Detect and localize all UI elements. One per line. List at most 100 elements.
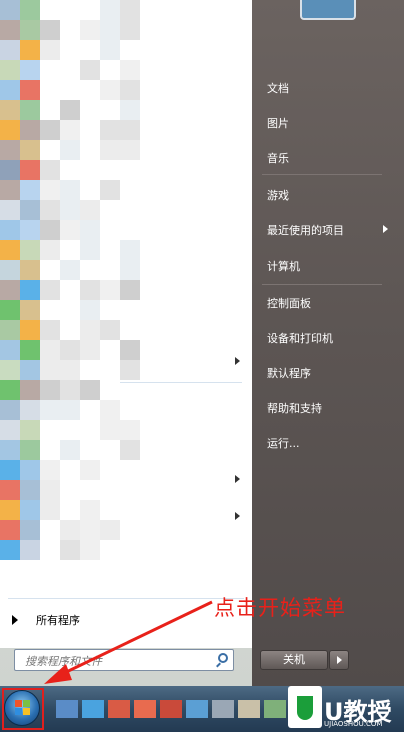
blurred-program-cell <box>0 500 20 520</box>
blurred-program-cell <box>120 240 140 260</box>
blurred-program-cell <box>0 520 20 540</box>
blurred-program-cell <box>40 200 60 220</box>
blurred-program-cell <box>20 380 40 400</box>
blurred-program-cell <box>60 400 80 420</box>
blurred-program-cell <box>0 300 20 320</box>
blurred-program-cell <box>20 480 40 500</box>
blurred-program-cell <box>60 260 80 280</box>
pinned-programs-list-blurred[interactable] <box>0 0 150 560</box>
blurred-program-cell <box>20 340 40 360</box>
start-menu-item[interactable]: 游戏 <box>267 187 289 203</box>
start-menu-item[interactable]: 运行... <box>267 435 300 451</box>
blurred-program-cell <box>0 60 20 80</box>
blurred-program-cell <box>0 220 20 240</box>
divider <box>262 284 382 285</box>
blurred-program-cell <box>80 280 100 300</box>
blurred-program-cell <box>60 120 80 140</box>
blurred-program-cell <box>20 40 40 60</box>
blurred-program-cell <box>120 420 140 440</box>
blurred-program-cell <box>20 180 40 200</box>
blurred-program-cell <box>40 400 60 420</box>
blurred-program-cell <box>120 360 140 380</box>
start-menu-item[interactable]: 默认程序 <box>267 365 311 381</box>
blurred-program-cell <box>80 60 100 80</box>
blurred-program-cell <box>100 80 120 100</box>
blurred-program-cell <box>0 80 20 100</box>
shutdown-button[interactable]: 关机 <box>260 650 328 670</box>
blurred-program-cell <box>40 360 60 380</box>
blurred-program-cell <box>20 20 40 40</box>
blurred-program-cell <box>80 520 100 540</box>
taskbar-pinned-app-icon[interactable] <box>56 700 78 718</box>
blurred-program-cell <box>100 0 120 20</box>
taskbar-pinned-app-icon[interactable] <box>186 700 208 718</box>
taskbar-pinned-app-icon[interactable] <box>238 700 260 718</box>
blurred-program-cell <box>120 120 140 140</box>
blurred-program-cell <box>40 340 60 360</box>
start-menu-places-pane: 文档图片音乐游戏最近使用的项目 计算机控制面板设备和打印机 默认程序帮助和支持运行.… <box>252 0 404 686</box>
start-menu-item[interactable]: 最近使用的项目 <box>267 222 344 238</box>
blurred-program-cell <box>0 320 20 340</box>
blurred-program-cell <box>0 0 20 20</box>
shutdown-options-arrow-icon[interactable] <box>329 650 349 670</box>
start-menu-item[interactable]: 文档 <box>267 80 289 96</box>
blurred-program-cell <box>20 100 40 120</box>
blurred-program-cell <box>20 160 40 180</box>
start-menu-item[interactable]: 图片 <box>267 115 289 131</box>
taskbar-pinned-app-icon[interactable] <box>212 700 234 718</box>
blurred-program-cell <box>80 300 100 320</box>
blurred-program-cell <box>40 160 60 180</box>
submenu-arrow-icon <box>235 512 240 520</box>
blurred-program-cell <box>20 320 40 340</box>
blurred-program-cell <box>20 260 40 280</box>
start-menu-programs-pane: 所有程序 <box>0 0 253 648</box>
blurred-program-cell <box>80 20 100 40</box>
blurred-program-cell <box>120 20 140 40</box>
blurred-program-cell <box>80 200 100 220</box>
blurred-program-cell <box>80 220 100 240</box>
blurred-program-cell <box>100 140 120 160</box>
blurred-program-cell <box>60 380 80 400</box>
blurred-program-cell <box>100 520 120 540</box>
search-box[interactable] <box>14 649 234 671</box>
blurred-program-cell <box>0 400 20 420</box>
blurred-program-cell <box>60 200 80 220</box>
search-icon[interactable] <box>218 653 228 663</box>
blurred-program-cell <box>0 200 20 220</box>
search-input[interactable] <box>23 651 212 671</box>
blurred-program-cell <box>0 480 20 500</box>
blurred-program-cell <box>80 340 100 360</box>
taskbar-pinned-app-icon[interactable] <box>264 700 286 718</box>
submenu-arrow-icon <box>383 225 388 233</box>
start-menu-item[interactable]: 帮助和支持 <box>267 400 322 416</box>
watermark-url: UJIAOSHOU.COM <box>324 720 383 728</box>
divider <box>120 382 242 383</box>
blurred-program-cell <box>20 500 40 520</box>
start-menu-item[interactable]: 音乐 <box>267 150 289 166</box>
blurred-program-cell <box>20 60 40 80</box>
start-menu-item[interactable]: 计算机 <box>267 258 300 274</box>
blurred-program-cell <box>80 320 100 340</box>
blurred-program-cell <box>120 260 140 280</box>
blurred-program-cell <box>100 120 120 140</box>
blurred-program-cell <box>40 460 60 480</box>
taskbar-pinned-app-icon[interactable] <box>82 700 104 718</box>
all-programs-item[interactable]: 所有程序 <box>12 612 80 628</box>
taskbar-pinned-app-icon[interactable] <box>108 700 130 718</box>
blurred-program-cell <box>0 20 20 40</box>
blurred-program-cell <box>40 380 60 400</box>
blurred-program-cell <box>40 220 60 240</box>
blurred-program-cell <box>40 480 60 500</box>
start-menu-item[interactable]: 控制面板 <box>267 295 311 311</box>
blurred-program-cell <box>20 200 40 220</box>
taskbar-pinned-app-icon[interactable] <box>160 700 182 718</box>
start-menu-item[interactable]: 设备和打印机 <box>267 330 333 346</box>
blurred-program-cell <box>20 360 40 380</box>
blurred-program-cell <box>100 400 120 420</box>
taskbar-pinned-app-icon[interactable] <box>134 700 156 718</box>
blurred-program-cell <box>120 60 140 80</box>
user-avatar[interactable] <box>300 0 356 20</box>
blurred-program-cell <box>120 100 140 120</box>
blurred-program-cell <box>0 340 20 360</box>
blurred-program-cell <box>20 460 40 480</box>
